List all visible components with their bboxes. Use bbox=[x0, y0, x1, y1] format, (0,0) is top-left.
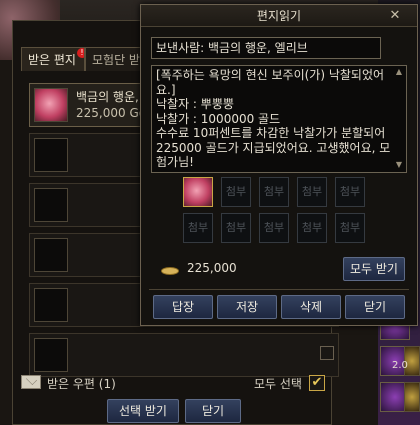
mail-select-checkbox[interactable] bbox=[320, 346, 334, 360]
tab-label: 받은 편지 bbox=[28, 53, 76, 67]
skill-cooldown-text: 2.0 bbox=[392, 360, 408, 371]
envelope-icon bbox=[21, 375, 41, 389]
scroll-up-arrow-icon[interactable]: ▲ bbox=[393, 66, 405, 78]
letter-window: 편지읽기 ✕ 보낸사람: 백금의 행운, 엘리브 [폭주하는 욕망의 현신 보주… bbox=[140, 4, 418, 326]
save-button[interactable]: 저장 bbox=[217, 295, 277, 319]
attachment-slot-item[interactable] bbox=[183, 177, 213, 207]
attachment-slot: 첨부 bbox=[335, 213, 365, 243]
alert-badge: ! bbox=[76, 48, 84, 58]
mail-list-item-empty bbox=[29, 333, 339, 377]
attachment-slot: 첨부 bbox=[335, 177, 365, 207]
empty-slot bbox=[34, 338, 68, 372]
body-line: 험가님! bbox=[156, 155, 194, 169]
receive-selected-button[interactable]: 선택 받기 bbox=[107, 399, 179, 423]
body-line: 낙찰가 : 1000000 골드 bbox=[156, 111, 281, 126]
empty-slot bbox=[34, 188, 68, 222]
empty-slot bbox=[34, 288, 68, 322]
letter-title: 편지읽기 bbox=[141, 5, 417, 27]
gold-coin-icon bbox=[161, 267, 179, 275]
select-all-label: 모두 선택 bbox=[254, 377, 302, 391]
delete-button[interactable]: 삭제 bbox=[281, 295, 341, 319]
attachment-slot: 첨부 bbox=[259, 177, 289, 207]
attachment-slot: 첨부 bbox=[221, 177, 251, 207]
empty-slot bbox=[34, 138, 68, 172]
scroll-down-arrow-icon[interactable]: ▼ bbox=[393, 159, 405, 171]
attachment-slot: 첨부 bbox=[297, 213, 327, 243]
sender-field: 보낸사람: 백금의 행운, 엘리브 bbox=[151, 37, 381, 59]
mail-item-portrait-icon bbox=[34, 88, 68, 122]
gold-amount: 225,000 bbox=[187, 261, 237, 275]
empty-slot bbox=[34, 238, 68, 272]
mailbox-close-button[interactable]: 닫기 bbox=[185, 399, 241, 423]
select-all-checkbox[interactable]: ✔ bbox=[309, 375, 325, 391]
attachment-slot: 첨부 bbox=[183, 213, 213, 243]
letter-close-button[interactable]: 닫기 bbox=[345, 295, 405, 319]
reply-button[interactable]: 답장 bbox=[153, 295, 213, 319]
body-line: 요.] bbox=[156, 82, 176, 97]
divider bbox=[149, 289, 409, 290]
body-line: 낙찰자 : 뿌뿡뿡 bbox=[156, 97, 234, 111]
tab-label: 모험단 받 bbox=[92, 53, 140, 67]
receive-all-button[interactable]: 모두 받기 bbox=[343, 257, 405, 281]
letter-body[interactable]: [폭주하는 욕망의 현신 보주이(가) 낙찰되었어 요.] 낙찰자 : 뿌뿡뿡 … bbox=[151, 65, 407, 173]
close-icon[interactable]: ✕ bbox=[387, 8, 403, 24]
body-line: [폭주하는 욕망의 현신 보주이(가) 낙찰되었어 bbox=[156, 68, 385, 82]
attachment-slot: 첨부 bbox=[259, 213, 289, 243]
attachment-slot: 첨부 bbox=[297, 177, 327, 207]
body-line: 수수료 10퍼센트를 차감한 낙찰가가 분할되어 bbox=[156, 126, 386, 140]
attachment-slot: 첨부 bbox=[221, 213, 251, 243]
body-line: 225000 골드가 지급되었어요. 고생했어요, 모 bbox=[156, 140, 391, 155]
tab-adventure-mail[interactable]: 모험단 받 bbox=[85, 47, 141, 71]
tab-received-mail[interactable]: 받은 편지! bbox=[21, 47, 85, 71]
skill-slot-icon[interactable] bbox=[404, 382, 420, 412]
received-count-label: 받은 우편 (1) bbox=[47, 377, 116, 391]
